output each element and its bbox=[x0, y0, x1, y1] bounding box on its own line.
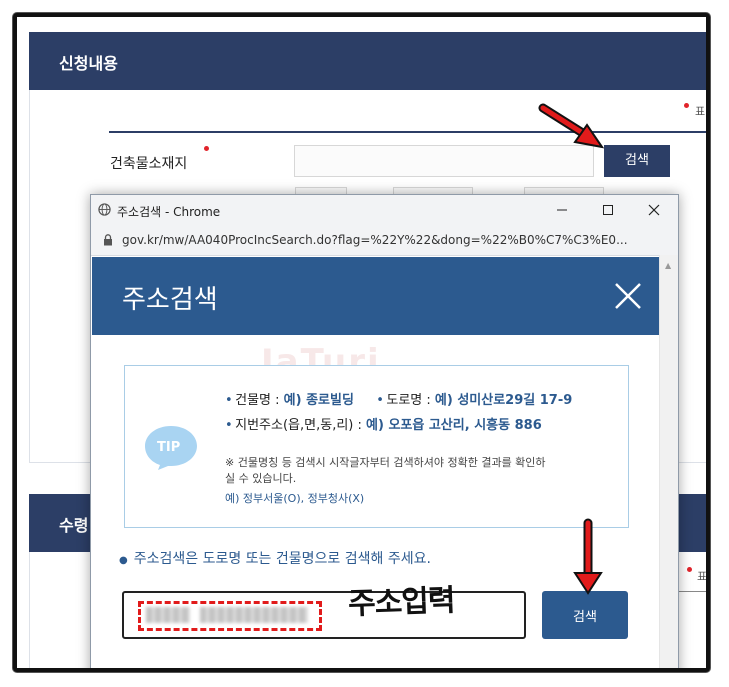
arrow-icon bbox=[538, 103, 605, 149]
arrow-icon bbox=[573, 518, 603, 595]
screenshot-frame: 신청내용 표 건축물소재지 검색 수령 표 주소검색 - Chrome gov.… bbox=[13, 13, 710, 672]
annotation-overlay bbox=[538, 103, 605, 595]
